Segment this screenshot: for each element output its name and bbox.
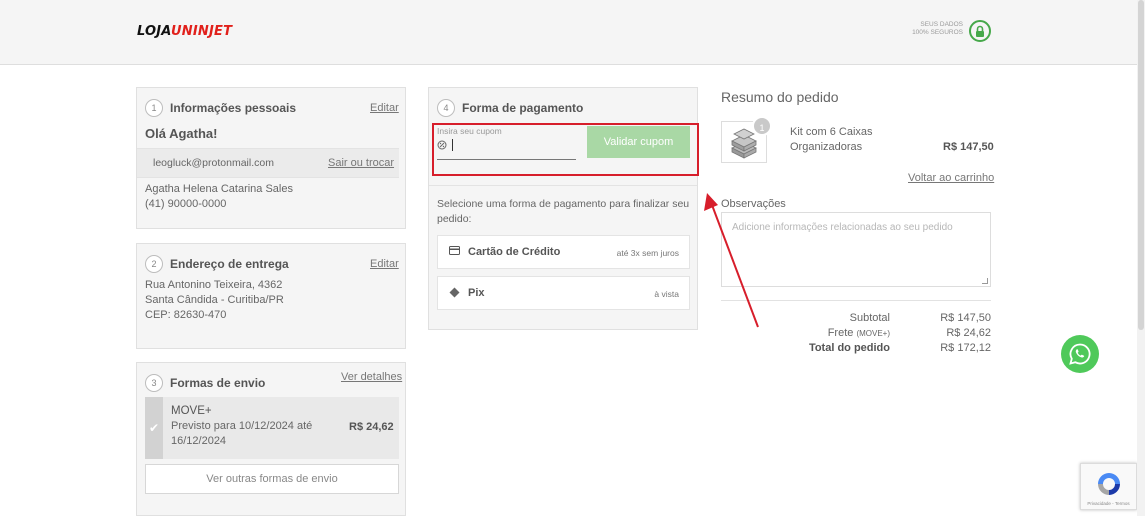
total-label: Total do pedido <box>808 342 890 354</box>
coupon-input[interactable] <box>437 136 576 160</box>
coupon-label: Insira seu cupom <box>437 126 502 136</box>
edit-personal-link[interactable]: Editar <box>370 102 399 114</box>
header: LOJAUNINJET SEUS DADOS 100% SEGUROS <box>0 0 1145 65</box>
address-line: Santa Cândida - Curitiba/PR <box>145 294 284 306</box>
order-summary-title: Resumo do pedido <box>721 89 839 105</box>
payment-option-pix[interactable]: Pix à vista <box>437 276 690 310</box>
text-caret <box>452 139 453 151</box>
payment-option-name: Cartão de Crédito <box>468 246 561 258</box>
payment-option-note: à vista <box>654 289 679 299</box>
address-line: CEP: 82630-470 <box>145 309 227 321</box>
back-to-cart-link[interactable]: Voltar ao carrinho <box>908 172 994 184</box>
shipping-option-eta: 16/12/2024 <box>171 435 227 447</box>
email-value: leogluck@protonmail.com <box>153 157 274 169</box>
personal-info-card: 1 Informações pessoais Editar Olá Agatha… <box>136 87 406 229</box>
lock-icon <box>969 20 991 42</box>
other-shipping-button[interactable]: Ver outras formas de envio <box>145 464 399 494</box>
payment-option-credit-card[interactable]: Cartão de Crédito até 3x sem juros <box>437 235 690 269</box>
coupon-icon <box>437 140 447 150</box>
recaptcha-badge[interactable]: Privacidade - Termos <box>1080 463 1137 510</box>
switch-account-link[interactable]: Sair ou trocar <box>328 157 394 169</box>
shipping-label: Frete (MOVE+) <box>827 327 890 339</box>
step-number: 3 <box>145 374 163 392</box>
shipping-option-price: R$ 24,62 <box>349 421 394 433</box>
store-logo[interactable]: LOJAUNINJET <box>137 24 232 39</box>
payment-option-name: Pix <box>468 287 485 299</box>
resize-handle[interactable] <box>982 278 988 284</box>
delivery-address-card: 2 Endereço de entrega Editar Rua Antonin… <box>136 243 406 349</box>
scrollbar-thumb[interactable] <box>1138 0 1144 330</box>
edit-address-link[interactable]: Editar <box>370 258 399 270</box>
credit-card-icon <box>449 246 460 255</box>
recaptcha-icon <box>1098 473 1120 495</box>
recaptcha-terms[interactable]: Privacidade - Termos <box>1081 501 1136 506</box>
card-title: Endereço de entrega <box>170 257 289 271</box>
shipping-details-link[interactable]: Ver detalhes <box>341 371 402 383</box>
subtotal-label: Subtotal <box>849 312 890 324</box>
product-price: R$ 147,50 <box>943 141 994 153</box>
total-value: R$ 172,12 <box>940 342 991 354</box>
payment-instruction: Selecione uma forma de pagamento para fi… <box>437 198 690 210</box>
payment-divider <box>429 185 697 186</box>
annotation-arrow <box>704 193 759 328</box>
email-row: leogluck@protonmail.com Sair ou trocar <box>137 148 399 178</box>
shipping-methods-card: 3 Formas de envio Ver detalhes ✔ MOVE+ P… <box>136 362 406 516</box>
card-title: Formas de envio <box>170 376 266 390</box>
pix-icon <box>449 287 460 298</box>
card-title: Informações pessoais <box>170 101 297 115</box>
address-line: Rua Antonino Teixeira, 4362 <box>145 279 283 291</box>
card-title: Forma de pagamento <box>462 101 584 115</box>
shipping-option-selected[interactable]: ✔ MOVE+ Previsto para 10/12/2024 até 16/… <box>145 397 399 459</box>
payment-instruction: pedido: <box>437 213 472 225</box>
step-number: 4 <box>437 99 455 117</box>
payment-option-note: até 3x sem juros <box>616 248 679 258</box>
shipping-value: R$ 24,62 <box>946 327 991 339</box>
quantity-badge: 1 <box>752 116 772 136</box>
validate-coupon-button[interactable]: Validar cupom <box>587 126 690 158</box>
shipping-option-eta: Previsto para 10/12/2024 até <box>171 420 313 432</box>
subtotal-value: R$ 147,50 <box>940 312 991 324</box>
step-number: 1 <box>145 99 163 117</box>
check-icon: ✔ <box>149 421 160 435</box>
secure-badge-text: SEUS DADOS 100% SEGUROS <box>912 21 963 36</box>
product-name: Kit com 6 Caixas <box>790 126 873 138</box>
page-scrollbar[interactable] <box>1137 0 1145 516</box>
product-name: Organizadoras <box>790 141 863 153</box>
whatsapp-icon[interactable] <box>1061 335 1099 373</box>
shipping-option-name: MOVE+ <box>171 405 212 417</box>
greeting: Olá Agatha! <box>145 126 218 141</box>
customer-phone: (41) 90000-0000 <box>145 198 227 210</box>
step-number: 2 <box>145 255 163 273</box>
customer-name: Agatha Helena Catarina Sales <box>145 183 293 195</box>
